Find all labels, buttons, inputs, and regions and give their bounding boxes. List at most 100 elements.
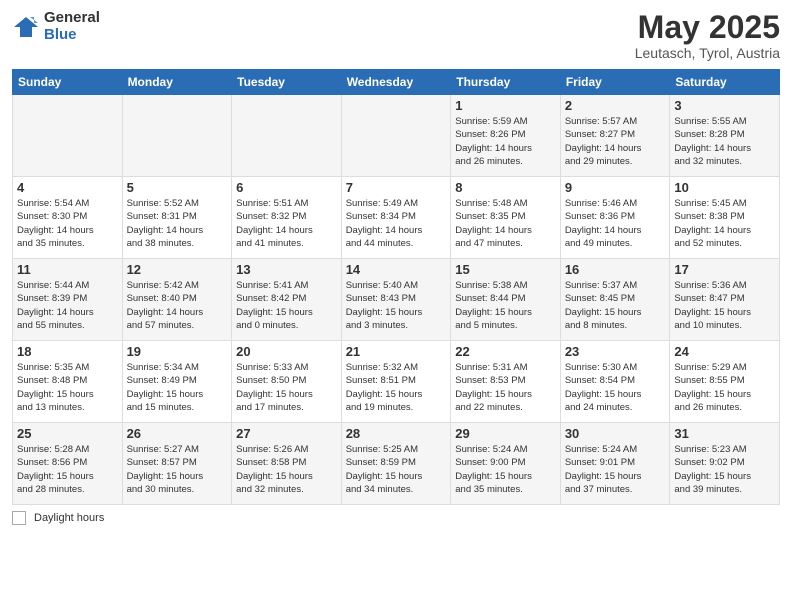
day-number: 26	[127, 426, 228, 441]
calendar-cell: 15Sunrise: 5:38 AM Sunset: 8:44 PM Dayli…	[451, 259, 561, 341]
day-number: 20	[236, 344, 337, 359]
logo: General Blue	[12, 10, 100, 43]
day-number: 16	[565, 262, 666, 277]
subtitle: Leutasch, Tyrol, Austria	[635, 45, 780, 61]
day-info: Sunrise: 5:35 AM Sunset: 8:48 PM Dayligh…	[17, 361, 118, 414]
header-sunday: Sunday	[13, 70, 123, 95]
day-number: 27	[236, 426, 337, 441]
day-number: 5	[127, 180, 228, 195]
calendar-cell: 22 Sunrise: 5:31 AM Sunset: 8:53 PM Dayli…	[451, 341, 561, 423]
day-number: 28	[346, 426, 447, 441]
calendar-cell: 17 Sunrise: 5:36 AM Sunset: 8:47 PM Dayli…	[670, 259, 780, 341]
day-number: 3	[674, 98, 775, 113]
day-info: Sunrise: 5:51 AM Sunset: 8:32 PM Dayligh…	[236, 197, 337, 250]
day-info: Sunrise: 5:30 AM Sunset: 8:54 PM Dayligh…	[565, 361, 666, 414]
day-info: Sunrise: 5:36 AM Sunset: 8:47 PM Dayligh…	[674, 279, 775, 332]
day-number: 1	[455, 98, 556, 113]
day-number: 29	[455, 426, 556, 441]
day-number: 22	[455, 344, 556, 359]
header-row: Sunday Monday Tuesday Wednesday Thursday…	[13, 70, 780, 95]
calendar-cell: 23 Sunrise: 5:30 AM Sunset: 8:54 PM Dayli…	[560, 341, 670, 423]
calendar-header: Sunday Monday Tuesday Wednesday Thursday…	[13, 70, 780, 95]
calendar-cell	[13, 95, 123, 177]
day-number: 18	[17, 344, 118, 359]
day-info: Sunrise: 5:55 AM Sunset: 8:28 PM Dayligh…	[674, 115, 775, 168]
header: General Blue May 2025 Leutasch, Tyrol, A…	[12, 10, 780, 61]
calendar-cell	[232, 95, 342, 177]
header-wednesday: Wednesday	[341, 70, 451, 95]
calendar-cell: 20 Sunrise: 5:33 AM Sunset: 8:50 PM Dayli…	[232, 341, 342, 423]
calendar-cell: 2 Sunrise: 5:57 AM Sunset: 8:27 PM Daylig…	[560, 95, 670, 177]
day-info: Sunrise: 5:54 AM Sunset: 8:30 PM Dayligh…	[17, 197, 118, 250]
day-number: 30	[565, 426, 666, 441]
day-info: Sunrise: 5:52 AM Sunset: 8:31 PM Dayligh…	[127, 197, 228, 250]
calendar-cell: 24 Sunrise: 5:29 AM Sunset: 8:55 PM Dayli…	[670, 341, 780, 423]
day-number: 14	[346, 262, 447, 277]
day-info: Sunrise: 5:25 AM Sunset: 8:59 PM Dayligh…	[346, 443, 447, 496]
calendar-cell: 27 Sunrise: 5:26 AM Sunset: 8:58 PM Dayli…	[232, 423, 342, 505]
day-info: Sunrise: 5:34 AM Sunset: 8:49 PM Dayligh…	[127, 361, 228, 414]
week-row-0: 1 Sunrise: 5:59 AM Sunset: 8:26 PM Daylig…	[13, 95, 780, 177]
calendar-cell: 9Sunrise: 5:46 AM Sunset: 8:36 PM Daylig…	[560, 177, 670, 259]
day-info: Sunrise: 5:57 AM Sunset: 8:27 PM Dayligh…	[565, 115, 666, 168]
header-monday: Monday	[122, 70, 232, 95]
day-number: 24	[674, 344, 775, 359]
header-thursday: Thursday	[451, 70, 561, 95]
day-info: Sunrise: 5:44 AM Sunset: 8:39 PM Dayligh…	[17, 279, 118, 332]
day-info: Sunrise: 5:28 AM Sunset: 8:56 PM Dayligh…	[17, 443, 118, 496]
calendar-cell: 30 Sunrise: 5:24 AM Sunset: 9:01 PM Dayli…	[560, 423, 670, 505]
day-info: Sunrise: 5:42 AM Sunset: 8:40 PM Dayligh…	[127, 279, 228, 332]
day-number: 19	[127, 344, 228, 359]
header-friday: Friday	[560, 70, 670, 95]
day-number: 4	[17, 180, 118, 195]
calendar-cell: 26Sunrise: 5:27 AM Sunset: 8:57 PM Dayli…	[122, 423, 232, 505]
calendar-body: 1 Sunrise: 5:59 AM Sunset: 8:26 PM Daylig…	[13, 95, 780, 505]
calendar-cell: 3 Sunrise: 5:55 AM Sunset: 8:28 PM Daylig…	[670, 95, 780, 177]
day-info: Sunrise: 5:24 AM Sunset: 9:01 PM Dayligh…	[565, 443, 666, 496]
week-row-2: 11 Sunrise: 5:44 AM Sunset: 8:39 PM Dayli…	[13, 259, 780, 341]
day-number: 21	[346, 344, 447, 359]
calendar-cell	[341, 95, 451, 177]
logo-text: General Blue	[44, 10, 100, 43]
day-number: 12	[127, 262, 228, 277]
day-number: 2	[565, 98, 666, 113]
calendar-cell: 12 Sunrise: 5:42 AM Sunset: 8:40 PM Dayli…	[122, 259, 232, 341]
day-info: Sunrise: 5:31 AM Sunset: 8:53 PM Dayligh…	[455, 361, 556, 414]
calendar-cell: 6Sunrise: 5:51 AM Sunset: 8:32 PM Daylig…	[232, 177, 342, 259]
calendar-cell: 19 Sunrise: 5:34 AM Sunset: 8:49 PM Dayli…	[122, 341, 232, 423]
main-container: General Blue May 2025 Leutasch, Tyrol, A…	[0, 0, 792, 612]
month-title: May 2025	[635, 10, 780, 45]
day-number: 17	[674, 262, 775, 277]
footer-label: Daylight hours	[34, 512, 104, 524]
day-number: 15	[455, 262, 556, 277]
day-info: Sunrise: 5:49 AM Sunset: 8:34 PM Dayligh…	[346, 197, 447, 250]
day-info: Sunrise: 5:33 AM Sunset: 8:50 PM Dayligh…	[236, 361, 337, 414]
day-number: 8	[455, 180, 556, 195]
logo-general: General	[44, 10, 100, 27]
calendar-cell: 25Sunrise: 5:28 AM Sunset: 8:56 PM Dayli…	[13, 423, 123, 505]
calendar-cell: 4 Sunrise: 5:54 AM Sunset: 8:30 PM Daylig…	[13, 177, 123, 259]
day-info: Sunrise: 5:46 AM Sunset: 8:36 PM Dayligh…	[565, 197, 666, 250]
calendar-cell: 7Sunrise: 5:49 AM Sunset: 8:34 PM Daylig…	[341, 177, 451, 259]
day-number: 23	[565, 344, 666, 359]
footer: Daylight hours	[12, 511, 780, 525]
day-number: 11	[17, 262, 118, 277]
day-info: Sunrise: 5:45 AM Sunset: 8:38 PM Dayligh…	[674, 197, 775, 250]
day-info: Sunrise: 5:41 AM Sunset: 8:42 PM Dayligh…	[236, 279, 337, 332]
day-info: Sunrise: 5:40 AM Sunset: 8:43 PM Dayligh…	[346, 279, 447, 332]
calendar-cell: 29 Sunrise: 5:24 AM Sunset: 9:00 PM Dayli…	[451, 423, 561, 505]
day-info: Sunrise: 5:37 AM Sunset: 8:45 PM Dayligh…	[565, 279, 666, 332]
day-number: 31	[674, 426, 775, 441]
calendar-cell: 1 Sunrise: 5:59 AM Sunset: 8:26 PM Daylig…	[451, 95, 561, 177]
day-info: Sunrise: 5:26 AM Sunset: 8:58 PM Dayligh…	[236, 443, 337, 496]
calendar-cell: 8Sunrise: 5:48 AM Sunset: 8:35 PM Daylig…	[451, 177, 561, 259]
calendar-cell: 13Sunrise: 5:41 AM Sunset: 8:42 PM Dayli…	[232, 259, 342, 341]
title-block: May 2025 Leutasch, Tyrol, Austria	[635, 10, 780, 61]
day-info: Sunrise: 5:59 AM Sunset: 8:26 PM Dayligh…	[455, 115, 556, 168]
day-info: Sunrise: 5:23 AM Sunset: 9:02 PM Dayligh…	[674, 443, 775, 496]
day-info: Sunrise: 5:29 AM Sunset: 8:55 PM Dayligh…	[674, 361, 775, 414]
day-info: Sunrise: 5:24 AM Sunset: 9:00 PM Dayligh…	[455, 443, 556, 496]
week-row-4: 25Sunrise: 5:28 AM Sunset: 8:56 PM Dayli…	[13, 423, 780, 505]
header-saturday: Saturday	[670, 70, 780, 95]
day-number: 10	[674, 180, 775, 195]
